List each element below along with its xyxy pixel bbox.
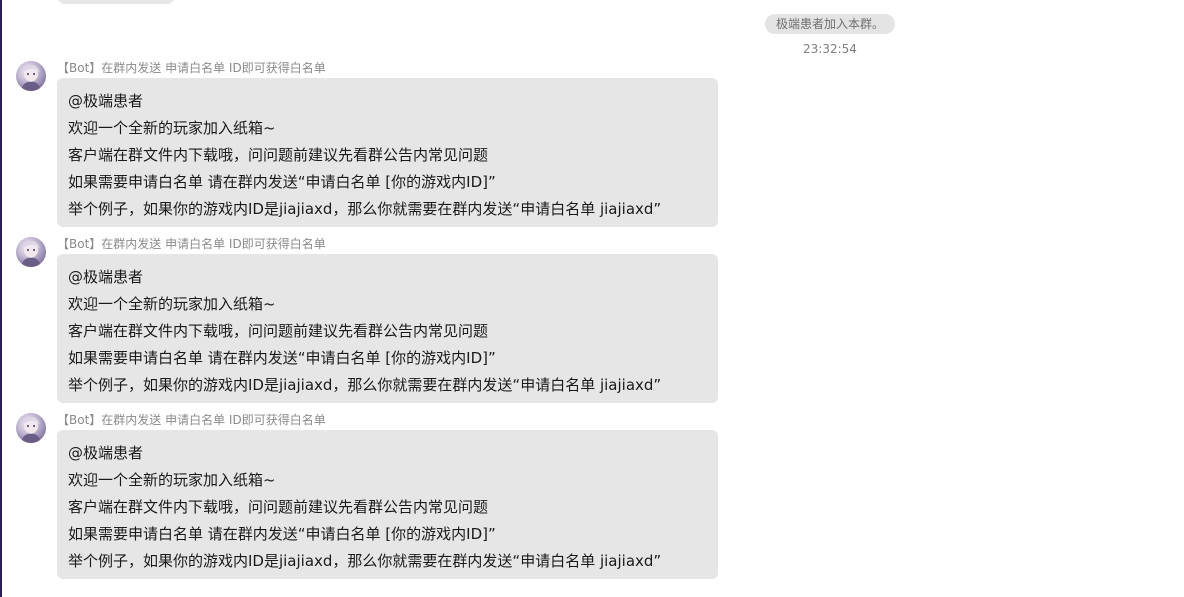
message-line: 欢迎一个全新的玩家加入纸箱~ (68, 471, 276, 489)
message-bubble[interactable]: @极端患者 欢迎一个全新的玩家加入纸箱~ 客户端在群文件内下载哦，问问题前建议先… (57, 78, 718, 227)
message-line: 客户端在群文件内下载哦，问问题前建议先看群公告内常见问题 (68, 146, 489, 164)
message-bubble[interactable]: @极端患者 欢迎一个全新的玩家加入纸箱~ 客户端在群文件内下载哦，问问题前建议先… (57, 254, 718, 403)
sender-name[interactable]: 【Bot】在群内发送 申请白名单 ID即可获得白名单 (57, 236, 326, 252)
message-bubble[interactable]: @极端患者 欢迎一个全新的玩家加入纸箱~ 客户端在群文件内下载哦，问问题前建议先… (57, 430, 718, 579)
window-left-edge (0, 0, 2, 597)
avatar-image-icon (21, 64, 41, 91)
message-line: @极端患者 (68, 444, 144, 462)
message-line: 如果需要申请白名单 请在群内发送“申请白名单 [你的游戏内ID]” (68, 349, 496, 367)
previous-message-bubble (57, 0, 175, 4)
message-line: 举个例子，如果你的游戏内ID是jiajiaxd，那么你就需要在群内发送“申请白名… (68, 376, 662, 394)
avatar[interactable] (16, 237, 46, 267)
message-line: 欢迎一个全新的玩家加入纸箱~ (68, 119, 276, 137)
message-line: 举个例子，如果你的游戏内ID是jiajiaxd，那么你就需要在群内发送“申请白名… (68, 552, 662, 570)
message-line: 客户端在群文件内下载哦，问问题前建议先看群公告内常见问题 (68, 498, 489, 516)
message-line: 客户端在群文件内下载哦，问问题前建议先看群公告内常见问题 (68, 322, 489, 340)
message-line: 如果需要申请白名单 请在群内发送“申请白名单 [你的游戏内ID]” (68, 173, 496, 191)
avatar-image-icon (21, 240, 41, 267)
avatar-image-icon (21, 416, 41, 443)
message-line: 举个例子，如果你的游戏内ID是jiajiaxd，那么你就需要在群内发送“申请白名… (68, 200, 662, 218)
system-timestamp: 23:32:54 (803, 42, 857, 56)
sender-name[interactable]: 【Bot】在群内发送 申请白名单 ID即可获得白名单 (57, 60, 326, 76)
message-line: 欢迎一个全新的玩家加入纸箱~ (68, 295, 276, 313)
avatar[interactable] (16, 61, 46, 91)
message-line: @极端患者 (68, 92, 144, 110)
sender-name[interactable]: 【Bot】在群内发送 申请白名单 ID即可获得白名单 (57, 412, 326, 428)
message-line: @极端患者 (68, 268, 144, 286)
avatar[interactable] (16, 413, 46, 443)
message-line: 如果需要申请白名单 请在群内发送“申请白名单 [你的游戏内ID]” (68, 525, 496, 543)
system-join-notice: 极端患者加入本群。 (765, 14, 895, 34)
